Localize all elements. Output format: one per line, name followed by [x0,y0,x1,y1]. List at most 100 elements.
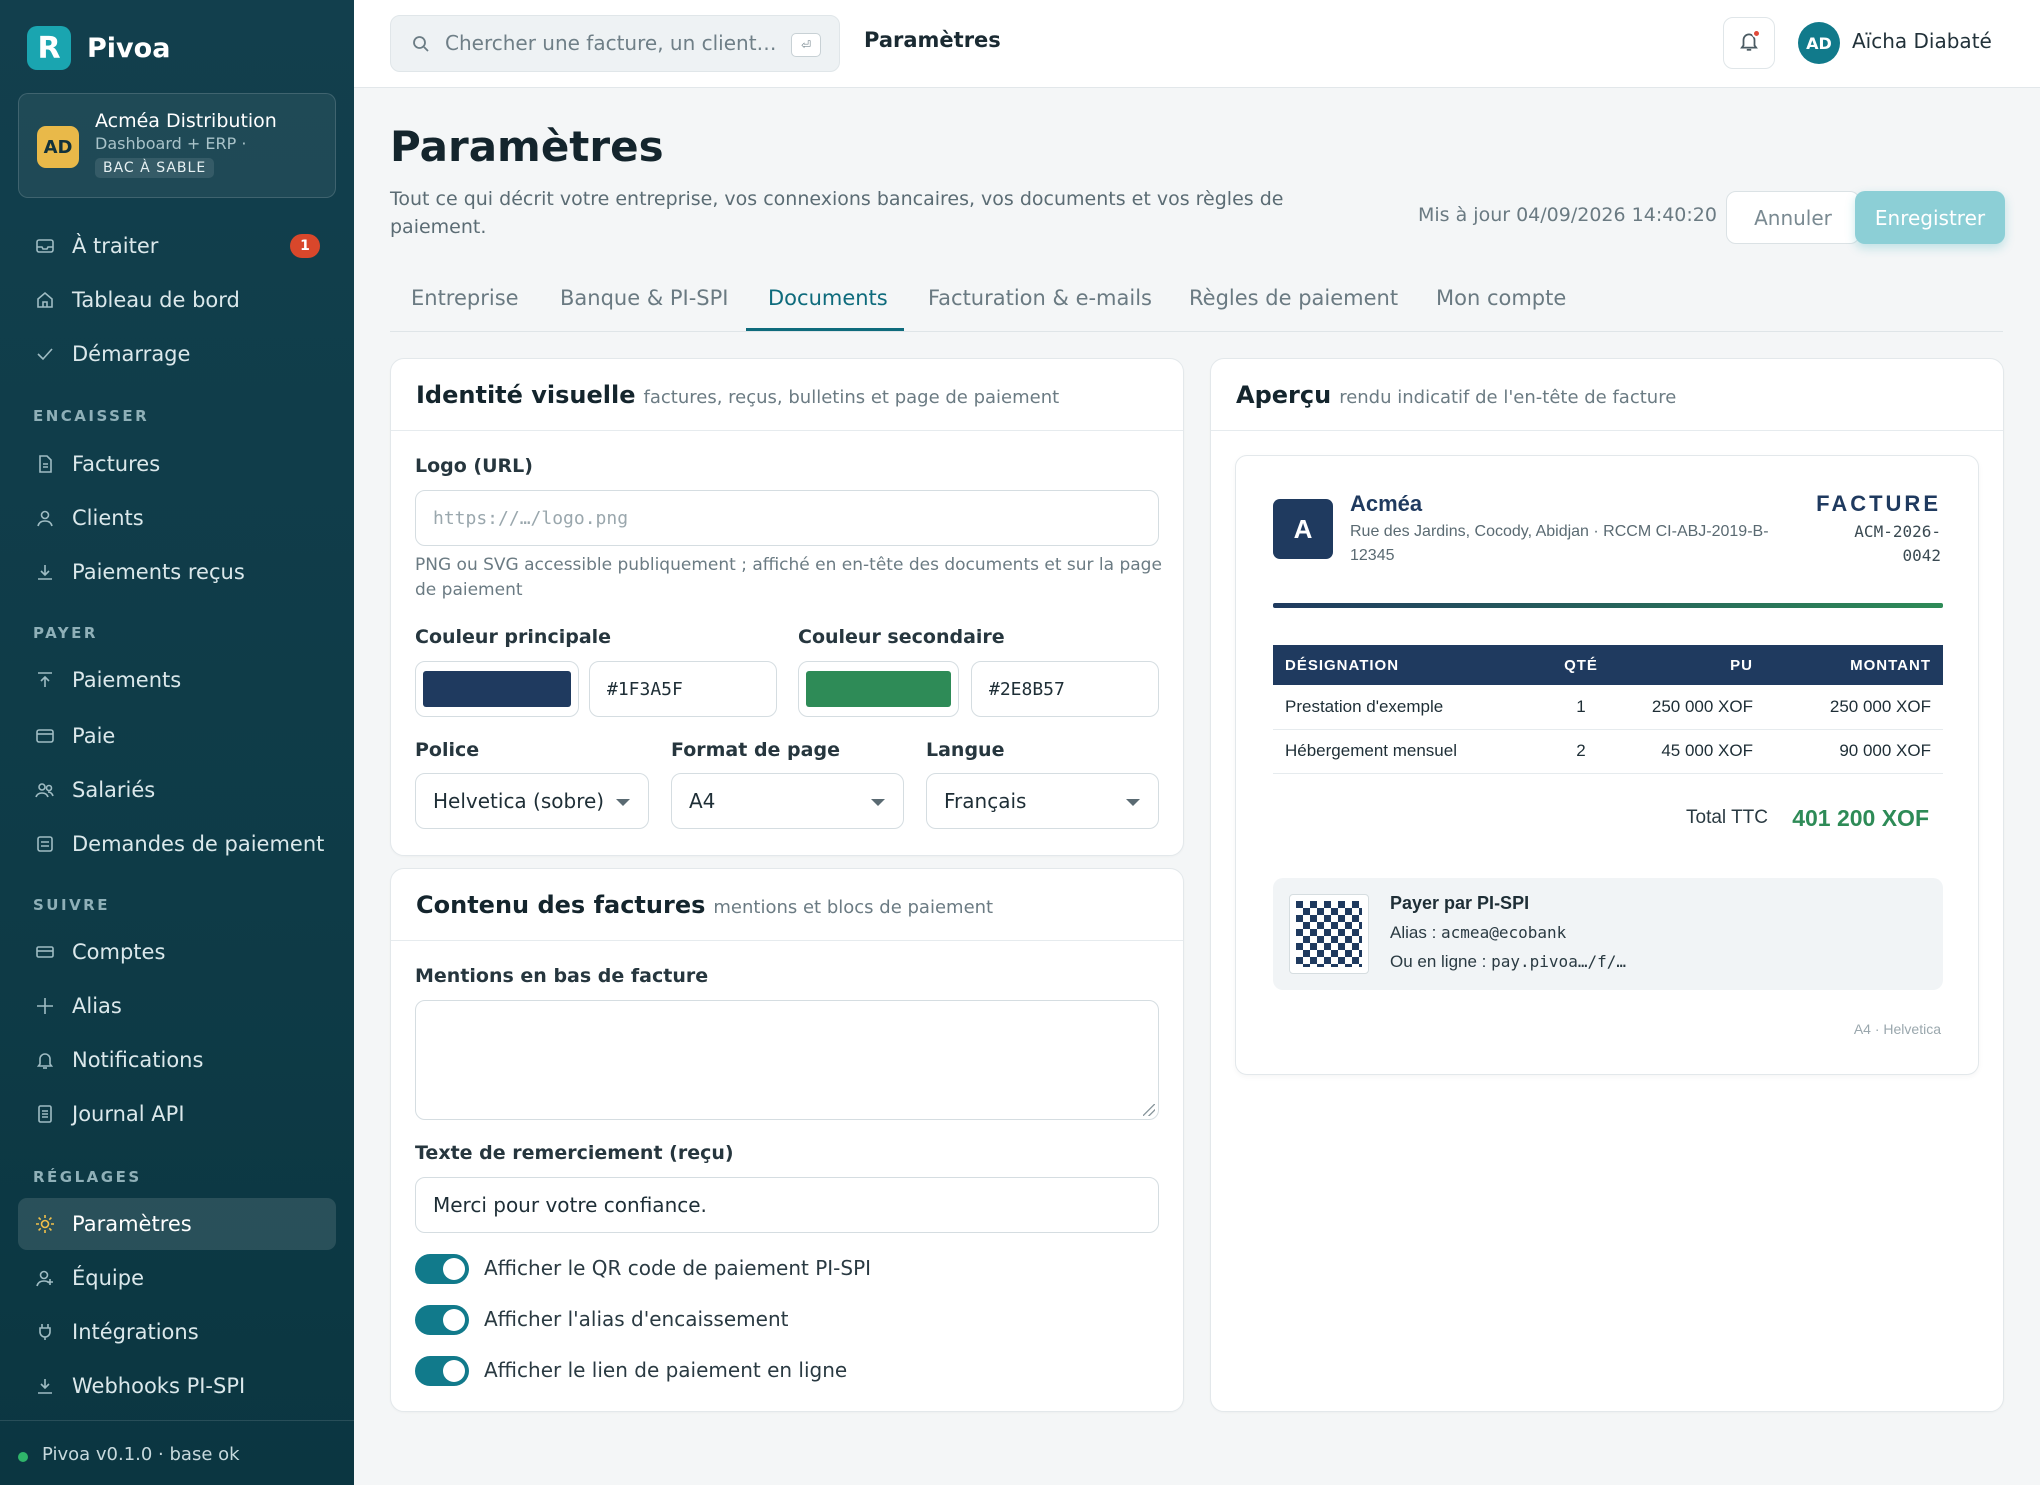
card-header: Contenu des factures mentions et blocs de… [391,869,1183,941]
sidebar-item-salaries[interactable]: Salariés [18,764,336,816]
secondary-color-input[interactable]: #2E8B57 [971,661,1159,717]
payment-link-toggle[interactable] [415,1356,469,1386]
sidebar-item-label: Demandes de paiement [72,832,325,856]
logo-url-input[interactable]: https://…/logo.png [415,490,1159,546]
sidebar-item-factures[interactable]: Factures [18,438,336,490]
tab-mon-compte[interactable]: Mon compte [1436,286,1566,310]
plug-icon [34,1321,56,1343]
table-row: Prestation d'exemple 1 250 000 XOF 250 0… [1273,685,1943,730]
sidebar-item-paie[interactable]: Paie [18,710,336,762]
alias-toggle[interactable] [415,1305,469,1335]
payment-alias-value: acmea@ecobank [1441,923,1567,942]
topbar: Chercher une facture, un client… ⏎ Param… [354,0,2040,88]
line-designation: Hébergement mensuel [1273,729,1535,774]
search-input[interactable]: Chercher une facture, un client… ⏎ [390,15,840,72]
sidebar-item-comptes[interactable]: Comptes [18,926,336,978]
sidebar-item-journal-api[interactable]: Journal API [18,1088,336,1140]
settings-tabs: Entreprise Banque & PI-SPI Documents Fac… [390,270,2003,332]
footer-mentions-label: Mentions en bas de facture [415,965,709,987]
qr-code-icon [1289,894,1369,974]
sidebar-item-label: À traiter [72,234,159,258]
line-unit-price: 250 000 XOF [1627,685,1765,730]
primary-color-input[interactable]: #1F3A5F [589,661,777,717]
invoice-company-name: Acméa [1350,491,1423,516]
line-amount: 250 000 XOF [1765,685,1943,730]
list-icon [34,833,56,855]
logo-url-label: Logo (URL) [415,455,533,477]
upload-icon [34,669,56,691]
avatar[interactable]: AD [1798,22,1840,64]
sidebar-item-label: Paiements reçus [72,560,245,584]
cancel-button[interactable]: Annuler [1726,191,1860,244]
invoice-doc-kind: FACTURE [1816,491,1941,516]
secondary-color-picker[interactable] [798,661,959,717]
logo-help-text: PNG ou SVG accessible publiquement ; aff… [415,555,1162,600]
sidebar-item-label: Comptes [72,940,166,964]
log-icon [34,1103,56,1125]
toggle-knob [443,1258,465,1280]
line-qty: 2 [1535,729,1627,774]
card-header: Identité visuelle factures, reçus, bullet… [391,359,1183,431]
status-dot [18,1452,28,1462]
sidebar-item-integrations[interactable]: Intégrations [18,1306,336,1358]
webhook-icon [34,1375,56,1397]
secondary-color-label: Couleur secondaire [798,626,1005,648]
tab-banque-pi-spi[interactable]: Banque & PI-SPI [560,286,729,310]
primary-color-picker[interactable] [415,661,579,717]
sidebar-item-label: Intégrations [72,1320,199,1344]
sidebar-item-notifications[interactable]: Notifications [18,1034,336,1086]
notifications-button[interactable] [1723,17,1775,69]
payment-block-title: Payer par PI-SPI [1390,893,1530,913]
language-select[interactable]: Français [926,773,1159,829]
tab-regles-de-paiement[interactable]: Règles de paiement [1189,286,1398,310]
total-value: 401 200 XOF [1792,805,1929,831]
search-placeholder: Chercher une facture, un client… [445,31,777,55]
invoice-preview: A Acméa Rue des Jardins, Cocody, Abidjan… [1235,455,1979,1075]
team-icon [34,1267,56,1289]
user-name[interactable]: Aïcha Diabaté [1852,29,1992,53]
resize-handle[interactable] [1143,1104,1155,1116]
sidebar-item-paiements[interactable]: Paiements [18,654,336,706]
sidebar-item-label: Clients [72,506,144,530]
page-format-select[interactable]: A4 [671,773,904,829]
version-status: Pivoa v0.1.0 · base ok [42,1444,240,1465]
sidebar-item-webhooks-pi-spi[interactable]: Webhooks PI-SPI [18,1360,336,1412]
sidebar-item-alias[interactable]: Alias [18,980,336,1032]
footer-mentions-textarea[interactable] [415,1000,1159,1120]
sidebar-item-demandes-de-paiement[interactable]: Demandes de paiement [18,818,336,870]
invoice-number: ACM-2026-0042 [1854,522,1941,565]
notification-dot [1752,29,1761,38]
toggle-knob [443,1309,465,1331]
org-switcher[interactable]: AD Acméa Distribution Dashboard + ERP · … [18,93,336,198]
count-badge: 1 [290,234,320,258]
sidebar-item-clients[interactable]: Clients [18,492,336,544]
sidebar-item-paiements-recus[interactable]: Paiements reçus [18,546,336,598]
qr-code-toggle[interactable] [415,1254,469,1284]
sidebar-item-label: Salariés [72,778,156,802]
tab-documents[interactable]: Documents [768,286,888,310]
card-subtitle: rendu indicatif de l'en-tête de facture [1339,387,1677,408]
font-select[interactable]: Helvetica (sobre) [415,773,649,829]
app-logo: R [27,26,71,70]
thanks-text-input[interactable]: Merci pour votre confiance. [415,1177,1159,1233]
card-title-text: Contenu des factures [416,891,706,919]
sidebar-item-equipe[interactable]: Équipe [18,1252,336,1304]
sidebar-item-label: Alias [72,994,122,1018]
tab-facturation-emails[interactable]: Facturation & e-mails [928,286,1152,310]
sidebar-item-parametres[interactable]: Paramètres [18,1198,336,1250]
sidebar-item-label: Paie [72,724,116,748]
sidebar-item-demarrage[interactable]: Démarrage [18,328,336,380]
sidebar-item-tableau-de-bord[interactable]: Tableau de bord [18,274,336,326]
chevron-down-icon [1126,799,1140,806]
sidebar-item-label: Paiements [72,668,182,692]
sidebar-item-a-traiter[interactable]: À traiter 1 [18,220,336,272]
card-subtitle: mentions et blocs de paiement [713,897,994,918]
tab-entreprise[interactable]: Entreprise [411,286,519,310]
brand[interactable]: R Pivoa [27,26,170,70]
card-title: Contenu des factures mentions et blocs de… [416,891,993,919]
thanks-text-label: Texte de remerciement (reçu) [415,1142,734,1164]
line-amount: 90 000 XOF [1765,729,1943,774]
sun-icon [34,1213,56,1235]
users-icon [34,779,56,801]
save-button[interactable]: Enregistrer [1855,191,2005,244]
